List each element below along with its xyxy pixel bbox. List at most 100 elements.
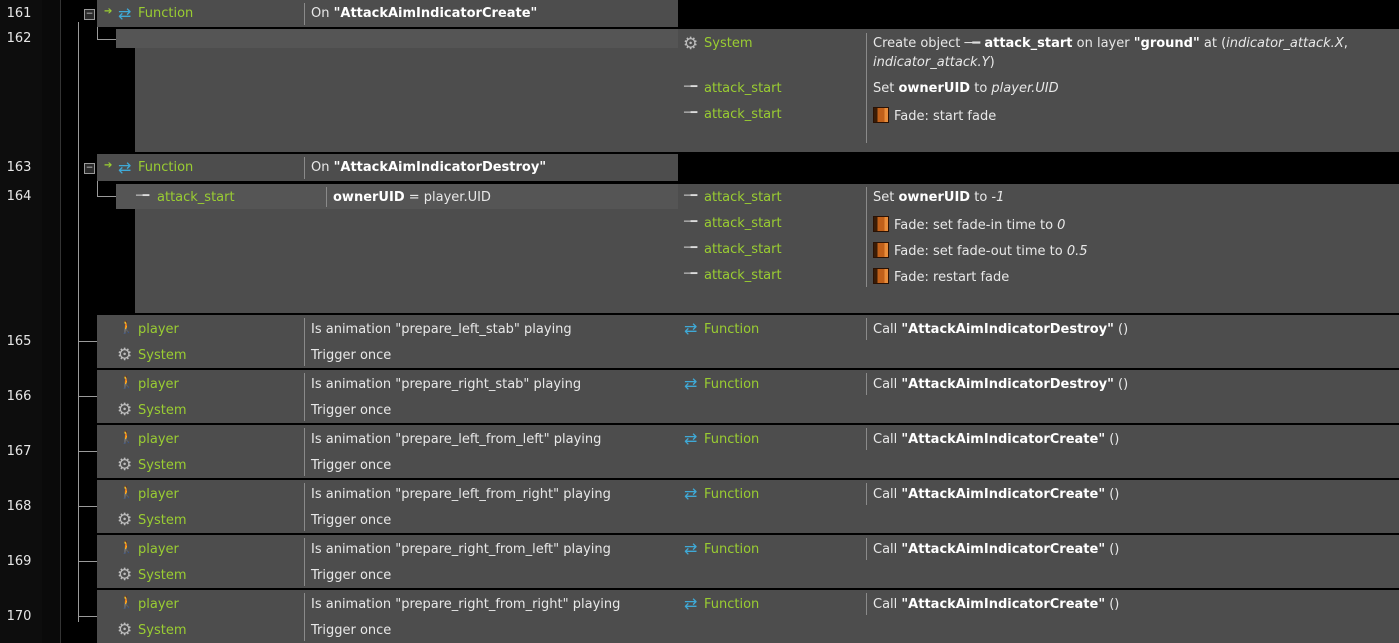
sub-event-body [135, 209, 678, 313]
action-object: attack_start [704, 268, 782, 283]
system-gear-icon: ⚙ [117, 510, 133, 530]
column-divider [304, 483, 305, 531]
column-divider [866, 318, 867, 340]
tree-line [78, 22, 79, 622]
function-icon: ➔ [104, 160, 113, 171]
tree-line [78, 341, 97, 342]
row-number: 162 [6, 31, 32, 46]
action-set-variable[interactable]: Set ownerUID to -1 [873, 190, 1004, 205]
system-gear-icon: ⚙ [117, 455, 133, 475]
condition-object-system: System [138, 403, 187, 418]
row-number: 170 [6, 609, 32, 624]
collapse-toggle[interactable]: − [84, 163, 95, 174]
row-number: 161 [6, 6, 32, 21]
tree-line [97, 196, 116, 197]
condition-animation-playing[interactable]: Is animation "prepare_right_from_left" p… [311, 542, 611, 557]
attack-start-sprite-icon: ─━ [684, 215, 698, 228]
row-number: 163 [6, 160, 32, 175]
player-sprite-icon: 🚶 [119, 320, 134, 334]
condition-object-system: System [138, 568, 187, 583]
action-call-function[interactable]: Call "AttackAimIndicatorDestroy" () [873, 322, 1128, 337]
attack-start-sprite-icon: ─━ [684, 106, 698, 119]
column-divider [866, 373, 867, 395]
function-trigger-icon: ⇄ [684, 484, 698, 503]
attack-start-sprite-icon: ─━ [684, 241, 698, 254]
action-object: attack_start [704, 242, 782, 257]
function-label: Function [138, 6, 194, 21]
condition-animation-playing[interactable]: Is animation "prepare_left_stab" playing [311, 322, 572, 337]
action-fade-out[interactable]: Fade: set fade-out time to 0.5 [873, 242, 1088, 259]
column-divider [304, 318, 305, 366]
condition-animation-playing[interactable]: Is animation "prepare_left_from_left" pl… [311, 432, 601, 447]
tree-line [97, 181, 98, 196]
action-create-object[interactable]: Create object ─━ attack_start on layer "… [873, 36, 1348, 51]
action-create-object-cont: indicator_attack.Y) [873, 55, 995, 70]
condition-trigger-once[interactable]: Trigger once [311, 513, 391, 528]
condition-object-system: System [138, 623, 187, 638]
condition-object-system: System [138, 348, 187, 363]
attack-start-sprite-icon: ─━ [136, 189, 150, 202]
condition-compare-variable[interactable]: ownerUID = player.UID [333, 190, 491, 205]
tree-line [78, 506, 97, 507]
row-number: 169 [6, 554, 32, 569]
column-divider [304, 373, 305, 421]
condition-trigger-once[interactable]: Trigger once [311, 348, 391, 363]
fade-behavior-icon [873, 216, 889, 232]
condition-trigger-once[interactable]: Trigger once [311, 623, 391, 638]
function-trigger-icon: ⇄ [684, 319, 698, 338]
action-object-function: Function [704, 487, 760, 502]
action-fade-start[interactable]: Fade: start fade [873, 107, 996, 124]
row-number: 166 [6, 389, 32, 404]
function-trigger-icon: ⇄ [684, 374, 698, 393]
condition-object-player: player [138, 432, 179, 447]
system-gear-icon: ⚙ [117, 565, 133, 585]
attack-start-sprite-icon: ─━ [684, 189, 698, 202]
sub-event-condition[interactable] [116, 29, 678, 48]
system-gear-icon: ⚙ [683, 34, 699, 54]
fade-behavior-icon [873, 107, 889, 123]
condition-animation-playing[interactable]: Is animation "prepare_right_from_right" … [311, 597, 620, 612]
system-gear-icon: ⚙ [117, 345, 133, 365]
row-number: 165 [6, 334, 32, 349]
action-call-function[interactable]: Call "AttackAimIndicatorCreate" () [873, 487, 1119, 502]
column-divider [304, 428, 305, 476]
condition-trigger-once[interactable]: Trigger once [311, 568, 391, 583]
action-object: attack_start [704, 107, 782, 122]
action-call-function[interactable]: Call "AttackAimIndicatorCreate" () [873, 432, 1119, 447]
player-sprite-icon: 🚶 [119, 375, 134, 389]
action-call-function[interactable]: Call "AttackAimIndicatorCreate" () [873, 597, 1119, 612]
function-trigger-icon: ⇄ [684, 429, 698, 448]
condition-object-player: player [138, 542, 179, 557]
function-icon: ⇄ [118, 158, 132, 177]
column-divider [304, 157, 305, 179]
column-divider [866, 428, 867, 450]
player-sprite-icon: 🚶 [119, 485, 134, 499]
action-call-function[interactable]: Call "AttackAimIndicatorCreate" () [873, 542, 1119, 557]
action-fade-in[interactable]: Fade: set fade-in time to 0 [873, 216, 1065, 233]
condition-animation-playing[interactable]: Is animation "prepare_left_from_right" p… [311, 487, 611, 502]
function-label: Function [138, 160, 194, 175]
column-divider [866, 593, 867, 615]
player-sprite-icon: 🚶 [119, 595, 134, 609]
condition-object-player: player [138, 377, 179, 392]
fade-behavior-icon [873, 242, 889, 258]
action-call-function[interactable]: Call "AttackAimIndicatorDestroy" () [873, 377, 1128, 392]
action-object-function: Function [704, 432, 760, 447]
condition-trigger-once[interactable]: Trigger once [311, 458, 391, 473]
line-number-gutter [0, 0, 43, 643]
function-trigger: On "AttackAimIndicatorDestroy" [311, 160, 547, 175]
attack-start-sprite-icon: ─━ [684, 80, 698, 93]
action-fade-restart[interactable]: Fade: restart fade [873, 268, 1009, 285]
function-trigger-icon: ⇄ [684, 594, 698, 613]
condition-trigger-once[interactable]: Trigger once [311, 403, 391, 418]
action-object-function: Function [704, 322, 760, 337]
tree-line [78, 396, 97, 397]
sub-event-body [135, 48, 678, 152]
condition-animation-playing[interactable]: Is animation "prepare_right_stab" playin… [311, 377, 581, 392]
collapse-toggle[interactable]: − [84, 9, 95, 20]
function-icon: ⇄ [118, 4, 132, 23]
action-object: attack_start [704, 190, 782, 205]
action-object: attack_start [704, 81, 782, 96]
action-set-variable[interactable]: Set ownerUID to player.UID [873, 81, 1059, 96]
margin-gutter [42, 0, 61, 643]
